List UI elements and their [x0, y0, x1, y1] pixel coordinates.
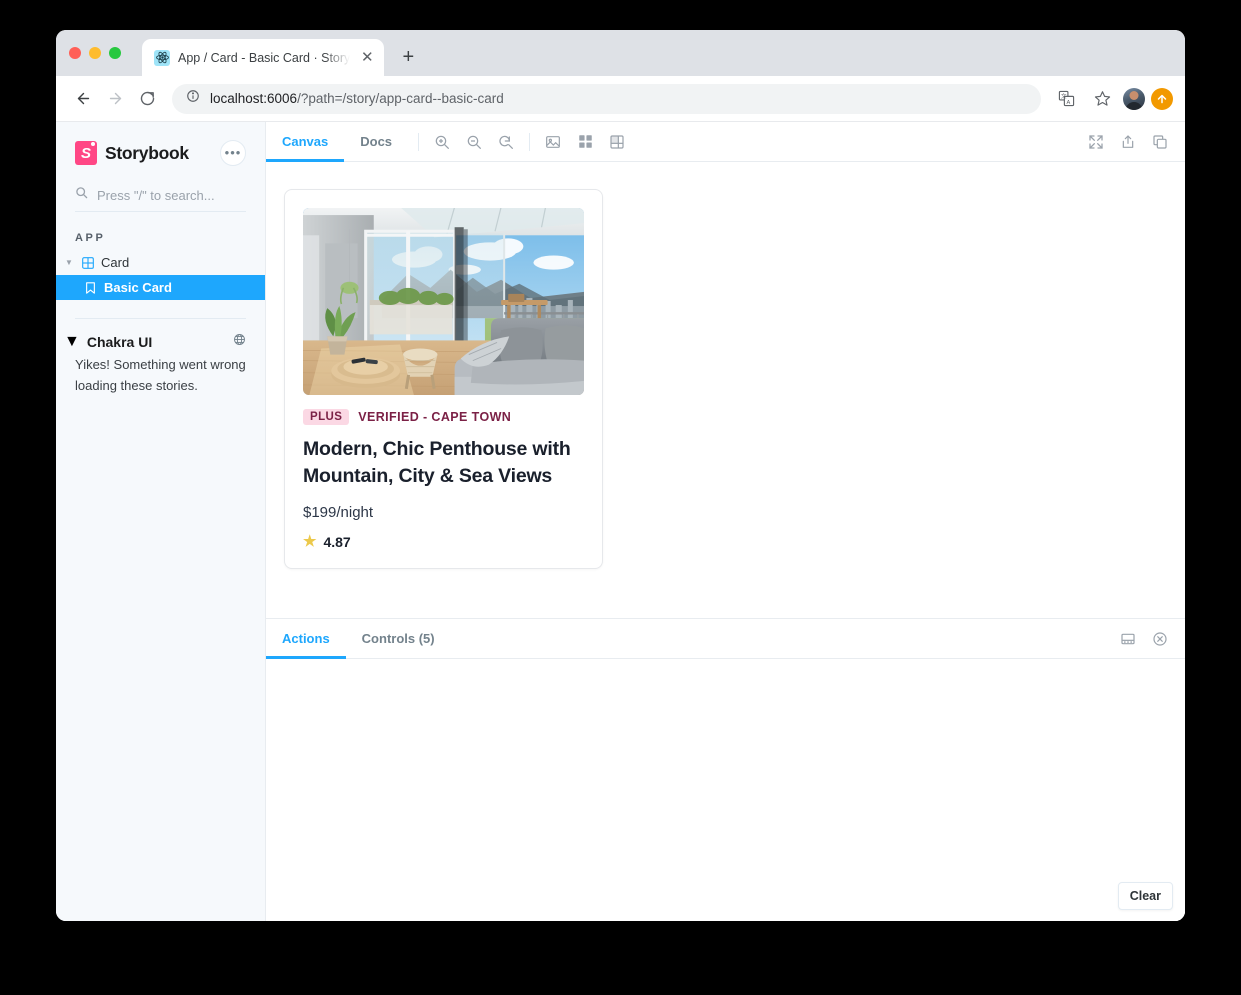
svg-text:A: A — [1066, 100, 1070, 106]
close-panel-icon[interactable] — [1147, 626, 1173, 652]
sidebar-group-label: Chakra UI — [86, 334, 153, 350]
card-rating-value: 4.87 — [323, 533, 351, 550]
address-text: localhost:6006/?path=/story/app-card--ba… — [210, 91, 504, 106]
clear-button[interactable]: Clear — [1117, 882, 1173, 910]
zoom-controls — [429, 129, 519, 155]
sidebar-item-basic-card[interactable]: Basic Card — [56, 275, 265, 300]
sidebar-item-card[interactable]: ▼ Card — [56, 250, 265, 275]
tab-canvas[interactable]: Canvas — [266, 122, 345, 162]
sidebar-section-label: APP — [75, 232, 106, 244]
share-icon[interactable] — [1115, 129, 1141, 155]
translate-icon[interactable]: 文 A — [1051, 84, 1081, 114]
star-icon: ★ — [303, 533, 317, 551]
maximize-window-button[interactable] — [109, 47, 121, 59]
browser-tab-title: App / Card - Basic Card · Story — [178, 50, 351, 65]
search-icon — [75, 186, 88, 204]
component-grid-icon — [81, 256, 94, 269]
browser-window: App / Card - Basic Card · Story ✕ + loca… — [56, 30, 1185, 921]
svg-text:文: 文 — [1060, 92, 1066, 100]
new-tab-button[interactable]: + — [394, 43, 422, 71]
view-controls — [540, 129, 630, 155]
chevron-down-icon[interactable]: ▼ — [64, 258, 74, 267]
zoom-in-icon[interactable] — [429, 129, 455, 155]
storybook-logo-icon: S — [75, 141, 97, 165]
back-icon[interactable] — [68, 84, 98, 114]
forward-icon[interactable] — [100, 84, 130, 114]
window-traffic-lights — [69, 47, 121, 59]
update-icon[interactable] — [1151, 87, 1173, 110]
minimize-window-button[interactable] — [89, 47, 101, 59]
browser-tab[interactable]: App / Card - Basic Card · Story ✕ — [142, 39, 385, 76]
preview-tabs: Canvas Docs — [266, 122, 408, 162]
search-input[interactable] — [97, 187, 246, 203]
measure-icon[interactable] — [604, 129, 630, 155]
preview-canvas: PLUS VERIFIED - CAPE TOWN Modern, Chic P… — [266, 162, 1185, 619]
storybook-brand[interactable]: S Storybook — [75, 141, 189, 165]
zoom-reset-icon[interactable] — [493, 129, 519, 155]
penthouse-living-room-photo — [303, 208, 584, 395]
card-rating: ★ 4.87 — [303, 534, 584, 550]
background-image-icon[interactable] — [540, 129, 566, 155]
card-meta-text: VERIFIED - CAPE TOWN — [358, 410, 512, 424]
browser-tabstrip: App / Card - Basic Card · Story ✕ + — [56, 30, 1185, 76]
tab-actions[interactable]: Actions — [266, 619, 346, 659]
address-path: /?path=/story/app-card--basic-card — [297, 91, 504, 106]
sidebar-group-left: ▼ Chakra UI — [64, 333, 152, 351]
sidebar-group-chakra-ui[interactable]: ▼ Chakra UI — [56, 319, 265, 351]
toolbar-separator — [418, 132, 420, 151]
preview-toolbar: Canvas Docs — [266, 122, 1185, 162]
sidebar-item-label: Card — [101, 255, 130, 270]
address-host: localhost:6006 — [210, 91, 298, 106]
card-title: Modern, Chic Penthouse with Mountain, Ci… — [303, 438, 571, 488]
card-price: $199/night — [303, 503, 374, 521]
bookmark-star-icon[interactable] — [1087, 84, 1117, 114]
toolbar-separator — [529, 132, 531, 151]
browser-navbar: localhost:6006/?path=/story/app-card--ba… — [56, 76, 1185, 122]
sidebar-item-label: Basic Card — [104, 280, 172, 295]
fullscreen-icon[interactable] — [1083, 129, 1109, 155]
toolbar-right-controls — [1083, 129, 1173, 155]
addon-tabs-spacer — [451, 619, 1115, 658]
search-container[interactable] — [75, 186, 246, 212]
react-logo-icon — [154, 49, 170, 66]
close-window-button[interactable] — [69, 47, 81, 59]
chevron-down-icon[interactable]: ▼ — [64, 333, 80, 351]
status-badge: PLUS — [303, 409, 350, 425]
tab-controls[interactable]: Controls (5) — [346, 619, 451, 658]
copy-link-icon[interactable] — [1147, 129, 1173, 155]
actions-log-area: Clear — [266, 659, 1185, 921]
close-tab-icon[interactable]: ✕ — [358, 49, 376, 67]
sidebar-menu-button[interactable]: ••• — [220, 140, 246, 166]
profile-avatar[interactable] — [1123, 87, 1145, 110]
zoom-out-icon[interactable] — [461, 129, 487, 155]
sidebar-header: S Storybook ••• — [56, 138, 265, 168]
sidebar-tree: ▼ Card Basic Card — [56, 250, 265, 300]
omnibox[interactable]: localhost:6006/?path=/story/app-card--ba… — [172, 83, 1041, 114]
addons-panel: Actions Controls (5) Clear — [266, 619, 1185, 921]
globe-icon[interactable] — [233, 333, 246, 351]
panel-position-icon[interactable] — [1115, 626, 1141, 652]
tab-docs[interactable]: Docs — [344, 122, 408, 161]
story-card[interactable]: PLUS VERIFIED - CAPE TOWN Modern, Chic P… — [284, 189, 603, 569]
brand-name: Storybook — [105, 142, 189, 163]
addon-tabs: Actions Controls (5) — [266, 619, 1185, 659]
story-bookmark-icon — [84, 281, 97, 294]
storybook-app: S Storybook ••• APP ▼ — [56, 122, 1185, 921]
storybook-main: Canvas Docs PLUS VERIFIED - CAPE TOWN Mo… — [265, 122, 1185, 921]
site-info-icon[interactable] — [186, 89, 200, 108]
storybook-sidebar: S Storybook ••• APP ▼ — [56, 122, 265, 921]
card-meta-row: PLUS VERIFIED - CAPE TOWN — [303, 409, 584, 425]
sidebar-group-error-message: Yikes! Something went wrong loading thes… — [75, 357, 246, 393]
navbar-right-actions: 文 A — [1051, 84, 1173, 114]
reload-icon[interactable] — [132, 84, 162, 114]
grid-icon[interactable] — [572, 129, 598, 155]
addon-panel-actions — [1115, 619, 1173, 658]
